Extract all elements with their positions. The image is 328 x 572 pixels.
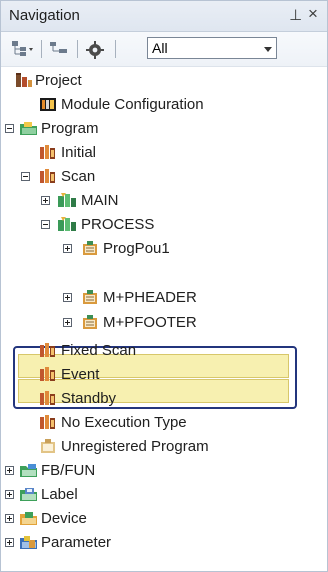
tree-item-fbfun[interactable]: FB/FUN	[1, 459, 301, 483]
pou-icon	[81, 289, 99, 306]
tree-item-progpou1[interactable]: ProgPou1	[1, 237, 301, 261]
tree-item-label: Device	[41, 510, 87, 527]
tree-item-label: Unregistered Program	[61, 438, 209, 455]
pou-icon	[81, 314, 99, 331]
tree-item-main[interactable]: MAIN	[1, 189, 301, 213]
expand-icon[interactable]	[5, 514, 14, 523]
expand-icon[interactable]	[5, 466, 14, 475]
tree-item-m-pfooter[interactable]: M+PFOOTER	[1, 311, 301, 335]
panel-titlebar: Navigation ⊥ ×	[1, 1, 327, 32]
tree-item-event[interactable]: Event	[1, 363, 301, 387]
device-icon	[19, 510, 37, 527]
tree-item-label: Module Configuration	[61, 96, 204, 113]
tree-item-fixed-scan[interactable]: Fixed Scan	[1, 339, 301, 363]
toolbar-separator	[77, 40, 78, 58]
tree-item-label: ProgPou1	[103, 240, 170, 257]
tree-item-label-node[interactable]: Label	[1, 483, 301, 507]
tree-item-unregistered-program[interactable]: Unregistered Program	[1, 435, 301, 459]
tree-item-label: Scan	[61, 168, 96, 185]
tree-item-standby[interactable]: Standby	[1, 387, 301, 411]
expand-icon[interactable]	[63, 293, 72, 302]
task-icon	[39, 390, 57, 407]
task-icon	[39, 414, 57, 431]
tree-item-parameter[interactable]: Parameter	[1, 531, 301, 555]
gear-icon[interactable]	[85, 40, 105, 59]
tree-item-label: No Execution Type	[61, 414, 187, 431]
toolbar: All	[1, 32, 327, 67]
tree-item-label: Initial	[61, 144, 97, 161]
navigation-panel: Navigation ⊥ × All Project Module Config…	[0, 0, 328, 572]
tree-item-label: M+PFOOTER	[103, 314, 197, 331]
tree-item-project[interactable]: Project	[1, 69, 301, 93]
tree-item-label: M+PHEADER	[103, 289, 197, 306]
tree-item-label: Fixed Scan	[61, 342, 137, 359]
task-icon	[39, 144, 57, 161]
collapse-icon[interactable]	[41, 220, 50, 229]
tree-item-label: PROCESS	[81, 216, 155, 233]
tree-item-label: Label	[41, 486, 78, 503]
tree-item-scan[interactable]: Scan	[1, 165, 301, 189]
unregistered-icon	[39, 438, 57, 455]
tree-item-label: Standby	[61, 390, 117, 407]
program-block-icon	[57, 192, 76, 209]
collapse-icon[interactable]	[5, 124, 14, 133]
toolbar-separator	[115, 40, 116, 58]
collapse-icon[interactable]	[21, 172, 30, 181]
expand-icon[interactable]	[63, 318, 72, 327]
program-folder-icon	[19, 120, 37, 137]
panel-title: Navigation	[9, 7, 80, 24]
pin-icon[interactable]: ⊥	[289, 6, 302, 24]
tree-item-label: Project	[35, 72, 82, 89]
expand-icon[interactable]	[5, 538, 14, 547]
close-icon[interactable]: ×	[308, 4, 318, 24]
tree-item-program[interactable]: Program	[1, 117, 301, 141]
project-icon	[15, 72, 33, 89]
fbfun-icon	[19, 462, 37, 479]
label-icon	[19, 486, 37, 503]
collapse-tree-icon[interactable]	[49, 40, 69, 58]
tree-item-label: Event	[61, 366, 100, 383]
project-tree: Project Module Configuration Program Ini…	[1, 67, 327, 571]
task-icon	[39, 168, 57, 185]
filter-value: All	[152, 40, 168, 56]
toolbar-separator	[41, 40, 42, 58]
pou-icon	[81, 240, 99, 257]
program-block-icon	[57, 216, 76, 233]
tree-item-no-execution-type[interactable]: No Execution Type	[1, 411, 301, 435]
tree-item-m-pheader[interactable]: M+PHEADER	[1, 286, 301, 310]
tree-item-label: Program	[41, 120, 99, 137]
expand-icon[interactable]	[5, 490, 14, 499]
tree-item-initial[interactable]: Initial	[1, 141, 301, 165]
tree-item-label: FB/FUN	[41, 462, 96, 479]
task-icon	[39, 342, 57, 359]
tree-view-dropdown-icon[interactable]	[11, 40, 33, 58]
tree-item-label: MAIN	[81, 192, 119, 209]
tree-item-label: Parameter	[41, 534, 112, 551]
tree-item-module-configuration[interactable]: Module Configuration	[1, 93, 301, 117]
expand-icon[interactable]	[63, 244, 72, 253]
chevron-down-icon	[264, 47, 272, 52]
module-config-icon	[39, 96, 57, 113]
tree-item-device[interactable]: Device	[1, 507, 301, 531]
parameter-icon	[19, 534, 37, 551]
tree-item-process[interactable]: PROCESS	[1, 213, 301, 237]
filter-select[interactable]: All	[147, 37, 277, 59]
expand-icon[interactable]	[41, 196, 50, 205]
task-icon	[39, 366, 57, 383]
